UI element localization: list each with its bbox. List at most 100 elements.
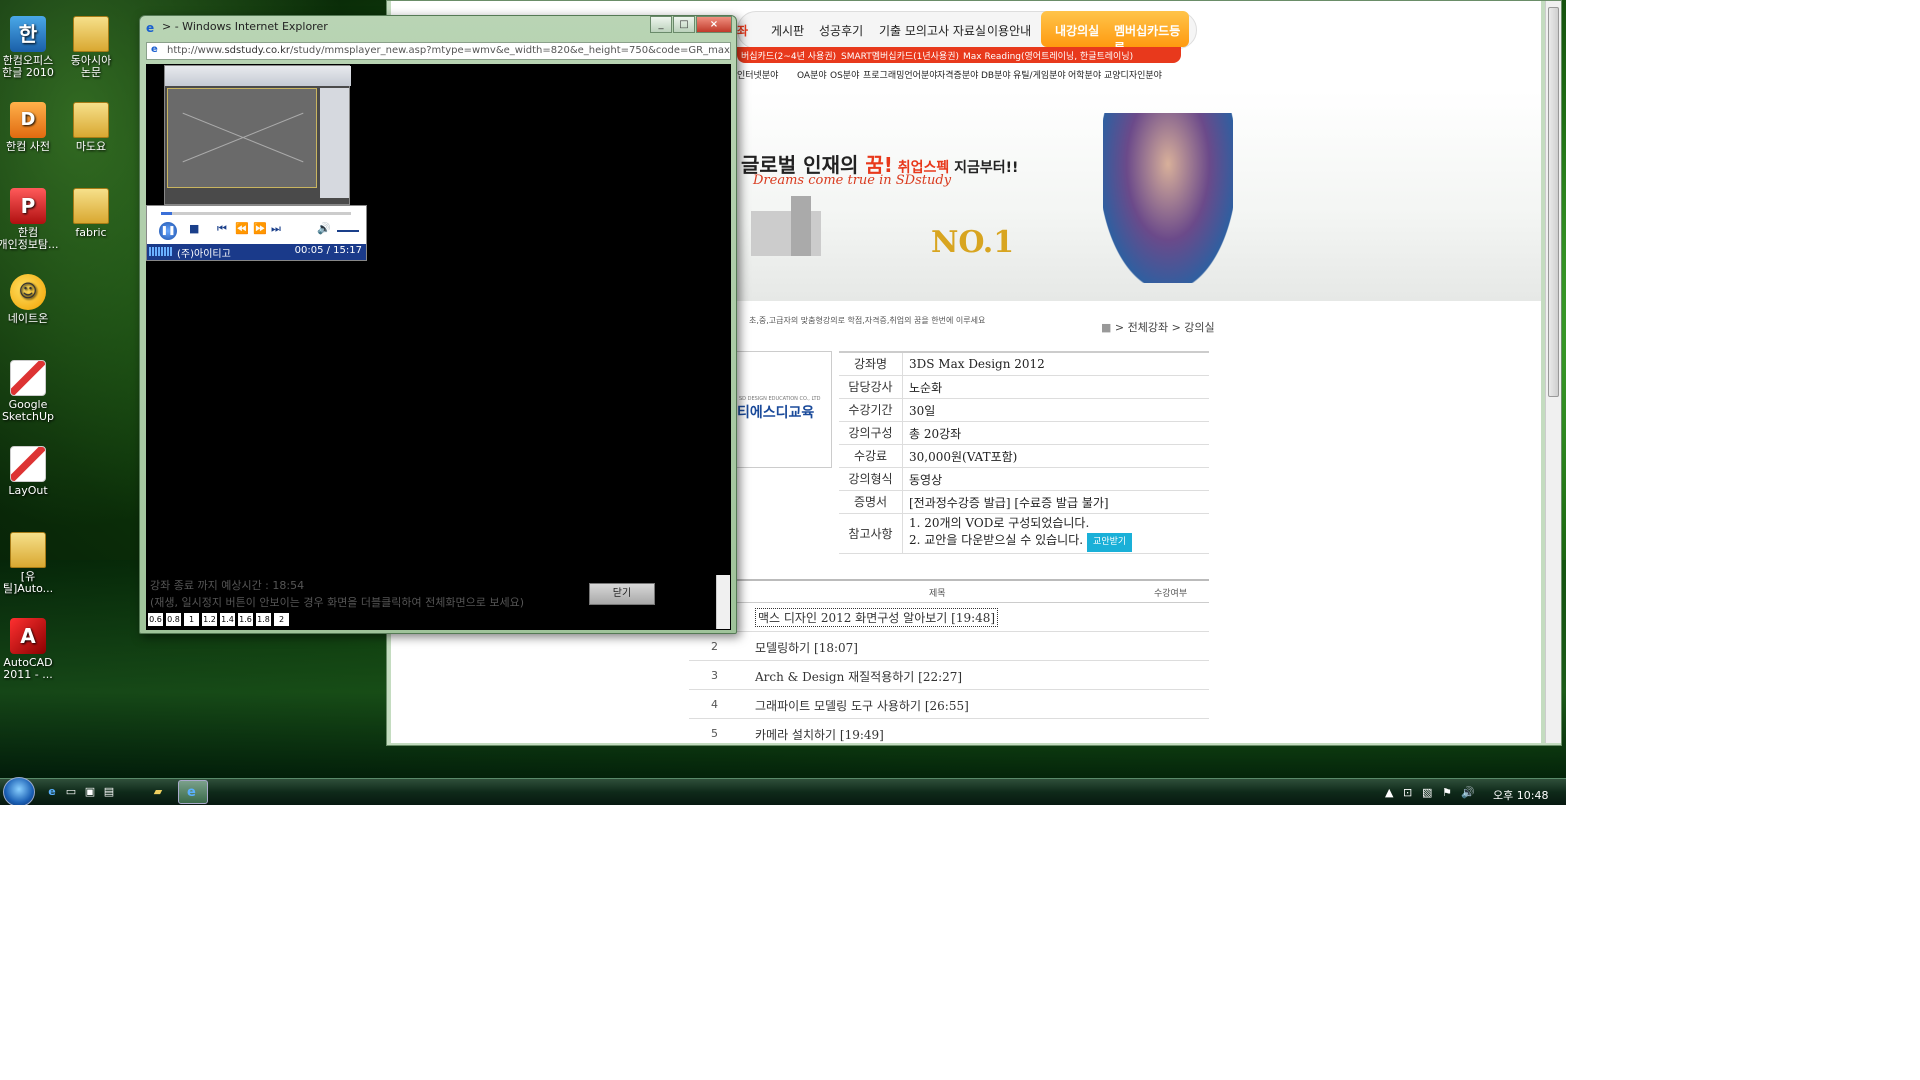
desktop-icon-nateon[interactable]: ☺ 네이트온 [0,274,59,325]
fast-forward-icon[interactable]: ⏩ [253,222,267,235]
video-frame[interactable] [164,65,351,205]
close-button[interactable]: × [696,16,732,33]
volume-slider[interactable] [337,230,359,232]
close-player-button[interactable]: 닫기 [589,583,655,605]
lecture-link[interactable]: 맥스 디자인 2012 화면구성 알아보기 [19:48] [755,608,999,627]
minimize-button[interactable]: _ [650,16,672,33]
category-internet[interactable]: 인터넷분야 [737,68,778,81]
ie-quicklaunch-icon[interactable]: e [45,785,59,799]
next-icon[interactable]: ⏭ [271,222,281,236]
lecture-row[interactable]: 4 그래파이트 모델링 도구 사용하기 [26:55] [689,690,1209,719]
speed-button[interactable]: 0.6 [148,613,163,626]
nav-board[interactable]: 게시판 [771,22,804,39]
category-certificate[interactable]: 자격증분야 [937,68,978,81]
player-scrollbar[interactable] [716,575,730,629]
previous-icon[interactable]: ⏮ [217,222,227,236]
rewind-icon[interactable]: ⏪ [235,222,249,235]
explorer-taskbar-icon[interactable]: ▰ [151,785,165,799]
category-design[interactable]: 교양디자인분야 [1104,68,1162,81]
banner-no1: NO.1 [931,225,1015,260]
network-tray-icon[interactable]: ▧ [1422,786,1432,799]
pause-button[interactable]: ❚❚ [159,222,177,240]
lecture-row[interactable]: 5 카메라 설치하기 [19:49] [689,719,1209,743]
smart-membership-link[interactable]: SMART멤버십카드(1년사용권) [841,49,959,62]
main-scrollbar[interactable] [1545,1,1561,743]
banner-student-photo [1103,113,1233,283]
banner-clock-tower [791,196,811,256]
volume-icon[interactable]: 🔊 [317,222,331,235]
desktop-icon-autocad[interactable]: A AutoCAD 2011 - ... [0,618,59,681]
lecture-link[interactable]: 카메라 설치하기 [19:49] [755,726,884,743]
desktop-icon-hancom-privacy[interactable]: P 한컴 개인정보탐... [0,188,59,251]
lecture-row[interactable]: 3 Arch & Design 재질적용하기 [22:27] [689,661,1209,690]
ie-taskbar-button[interactable]: e [178,780,208,804]
desktop-icon-label: fabric [75,226,107,239]
download-handout-button[interactable]: 교안받기 [1087,533,1133,552]
video-side-panel [320,88,349,198]
nav-fragment[interactable]: 좌 [737,22,748,39]
desktop-icon-hancom-dictionary[interactable]: D 한컴 사전 [0,102,59,153]
stop-icon[interactable]: ■ [189,222,199,235]
desktop-icon-sketchup[interactable]: Google SketchUp [0,360,59,423]
desktop-icon-folder-east-asia[interactable]: 동아시아 논문 [60,16,122,79]
speed-button[interactable]: 1.4 [220,613,235,626]
info-row: 강좌명 3DS Max Design 2012 [839,353,1209,376]
start-button[interactable] [3,777,35,805]
clock[interactable]: 오후 10:48 [1493,787,1548,803]
video-toolbar [165,66,351,86]
desktop-icon-folder-madoyo[interactable]: 마도요 [60,102,122,153]
nav-success-stories[interactable]: 성공후기 [819,22,863,39]
home-icon[interactable]: ■ [1101,321,1111,334]
remaining-time: 강좌 종료 까지 예상시간 : 18:54 [150,579,305,592]
speed-button[interactable]: 1.2 [202,613,217,626]
seek-bar[interactable] [161,212,351,215]
ie-icon: e [187,785,196,800]
category-db[interactable]: DB분야 [981,68,1011,81]
window-switch-icon[interactable]: ▣ [83,785,97,799]
lecture-link[interactable]: 그래파이트 모델링 도구 사용하기 [26:55] [755,697,969,714]
info-row: 증명서 [전과정수강증 발급] [수료증 발급 불가] [839,491,1209,514]
speed-button[interactable]: 1.6 [238,613,253,626]
nav-my-classroom[interactable]: 내강의실 [1055,22,1099,39]
desktop-icon-folder-util-auto[interactable]: [유틸]Auto... [0,532,59,595]
sketchup-icon [10,360,46,396]
flag-icon[interactable]: ⚑ [1442,786,1452,799]
max-reading-link[interactable]: Max Reading(영어트레이닝, 한글트레이닝) [963,49,1133,62]
speed-button[interactable]: 1 [184,613,199,626]
speed-button[interactable]: 1.8 [256,613,271,626]
show-hidden-icons[interactable]: ▲ [1385,786,1393,799]
scrollbar-thumb[interactable] [1548,7,1559,397]
desktop-icon-layout[interactable]: LayOut [0,446,59,497]
category-os[interactable]: OS분야 [830,68,859,81]
lecture-row[interactable]: 맥스 디자인 2012 화면구성 알아보기 [19:48] [689,603,1209,632]
category-util-game[interactable]: 유틸/게임분야 [1013,68,1066,81]
speed-button[interactable]: 0.8 [166,613,181,626]
dictionary-icon: D [10,102,46,138]
speed-buttons: 0.6 0.8 1 1.2 1.4 1.6 1.8 2 [148,611,292,626]
category-oa[interactable]: OA분야 [797,68,827,81]
nav-guide[interactable]: 이용안내 [987,22,1031,39]
desktop-icon-hangul[interactable]: 한 한컴오피스 한글 2010 [0,16,59,79]
signal-icon [149,247,173,256]
membership-card-link[interactable]: 버십카드(2~4년 사용권) [741,49,836,62]
address-bar[interactable]: e http://www.sdstudy.co.kr/study/mmsplay… [146,42,731,60]
category-language[interactable]: 어학분야 [1068,68,1101,81]
speed-button[interactable]: 2 [274,613,289,626]
lecture-link[interactable]: 모델링하기 [18:07] [755,639,858,656]
volume-tray-icon[interactable]: 🔊 [1461,786,1475,799]
transport-buttons: ❚❚ ■ ⏮ ⏪ ⏩ ⏭ 🔊 [159,222,364,240]
hangul-icon: 한 [10,16,46,52]
desktop-quicklaunch-icon[interactable]: ▭ [64,785,78,799]
category-programming[interactable]: 프로그래밍언어분야 [863,68,938,81]
lecture-link[interactable]: Arch & Design 재질적용하기 [22:27] [755,668,962,685]
seek-progress [161,212,173,215]
desktop-icon-folder-fabric[interactable]: fabric [60,188,122,239]
page-icon: e [151,44,158,55]
nav-past-exams[interactable]: 기출 모의고사 자료실 [879,22,986,39]
popup-player-window[interactable]: e > - Windows Internet Explorer _ □ × e … [139,15,737,634]
lecture-row[interactable]: 2 모델링하기 [18:07] [689,632,1209,661]
action-center-icon[interactable]: ⊡ [1403,786,1412,799]
maximize-button[interactable]: □ [673,16,695,33]
app-quicklaunch-icon[interactable]: ▤ [102,785,116,799]
desktop-icon-label: LayOut [8,484,48,497]
